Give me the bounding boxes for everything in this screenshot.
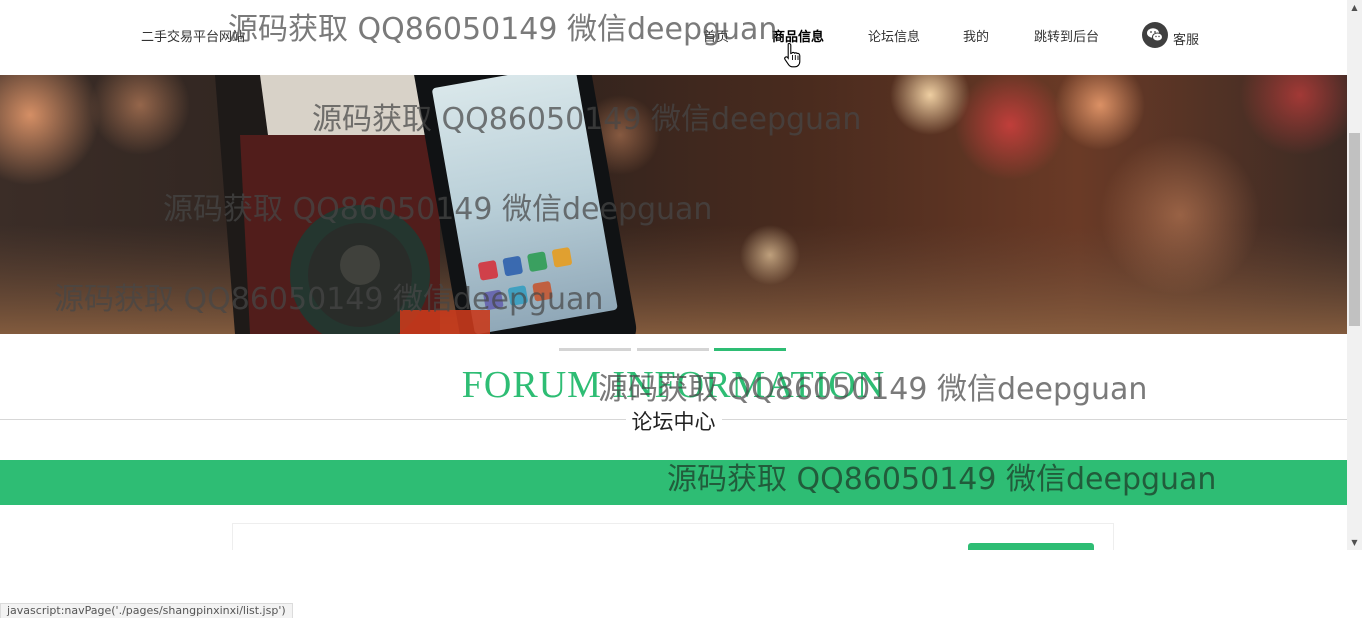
carousel-dot-1[interactable] — [559, 348, 631, 351]
hero-banner[interactable] — [0, 75, 1347, 334]
nav-item-mine[interactable]: 我的 — [963, 26, 989, 45]
section-title-cn-wrap: 论坛中心 — [0, 406, 1347, 436]
nav-item-home[interactable]: 首页 — [703, 26, 729, 45]
section-title-en: FORUM INFORMATION — [461, 364, 886, 406]
browser-status-bar: javascript:navPage('./pages/shangpinxinx… — [0, 603, 293, 618]
forum-add-button[interactable] — [968, 543, 1094, 550]
hand-cursor-icon — [784, 42, 801, 68]
nav-item-forum[interactable]: 论坛信息 — [868, 26, 920, 45]
carousel-dot-2[interactable] — [637, 348, 709, 351]
banner-photo — [0, 75, 1347, 334]
site-header: 二手交易平台网站 首页 商品信息 论坛信息 我的 跳转到后台 客服 — [0, 0, 1347, 75]
section-title-cn: 论坛中心 — [625, 410, 722, 434]
browser-viewport: 二手交易平台网站 首页 商品信息 论坛信息 我的 跳转到后台 客服 FORUM … — [0, 0, 1362, 618]
scroll-up-icon[interactable]: ▲ — [1347, 0, 1362, 15]
carousel-dot-3[interactable] — [714, 348, 786, 351]
nav-item-admin[interactable]: 跳转到后台 — [1034, 26, 1099, 45]
customer-service-button[interactable]: 客服 — [1142, 21, 1199, 48]
scroll-down-icon[interactable]: ▼ — [1347, 535, 1362, 550]
site-title: 二手交易平台网站 — [141, 30, 246, 45]
customer-service-label: 客服 — [1173, 33, 1200, 48]
wechat-icon — [1142, 21, 1168, 48]
scroll-thumb[interactable] — [1349, 133, 1360, 326]
forum-search-band — [0, 460, 1347, 505]
vertical-scrollbar[interactable]: ▲ ▼ — [1347, 0, 1362, 550]
